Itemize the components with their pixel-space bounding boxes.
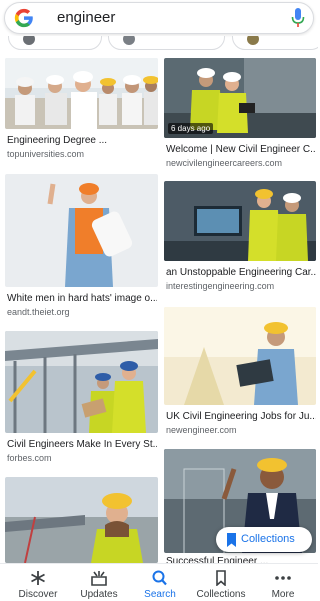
result-source: topuniversities.com (7, 149, 85, 159)
nav-search[interactable]: Search (129, 564, 191, 601)
result-source: interestingengineering.com (166, 281, 275, 291)
suggestion-chips (0, 36, 318, 50)
nav-collections[interactable]: Collections (190, 564, 252, 601)
result-title[interactable]: White men in hard hats' image o... (7, 293, 157, 304)
suggestion-chip[interactable] (8, 36, 102, 50)
result-thumbnail[interactable] (5, 58, 158, 129)
collections-button-label: Collections (241, 533, 295, 545)
result-source: forbes.com (7, 453, 52, 463)
result-thumbnail[interactable]: 6 days ago (164, 58, 316, 138)
more-dots-icon (275, 576, 291, 580)
result-title[interactable]: Engineering Degree ... (7, 135, 157, 146)
image-result[interactable]: UK Civil Engineering Jobs for Ju... newe… (164, 307, 316, 442)
search-query[interactable]: engineer (57, 9, 115, 26)
nav-label: Updates (80, 589, 118, 600)
bottom-navigation: Discover Updates Search Collections More (0, 563, 318, 601)
result-title[interactable]: Civil Engineers Make In Every St... (7, 439, 157, 450)
suggestion-chip[interactable] (232, 36, 318, 50)
result-thumbnail[interactable] (5, 477, 158, 563)
bookmark-icon (216, 570, 226, 586)
nav-more[interactable]: More (252, 564, 314, 601)
suggestion-chip[interactable] (108, 36, 225, 50)
result-title[interactable]: Welcome | New Civil Engineer C... (166, 144, 316, 155)
result-source: newengineer.com (166, 425, 237, 435)
bookmark-icon (227, 533, 236, 547)
result-source: eandt.theiet.org (7, 307, 70, 317)
chip-thumbnail (247, 36, 259, 45)
result-thumbnail[interactable] (5, 331, 158, 433)
nav-discover[interactable]: Discover (7, 564, 69, 601)
chip-thumbnail (23, 36, 35, 45)
microphone-icon[interactable] (291, 8, 305, 28)
result-thumbnail[interactable] (5, 174, 158, 287)
image-result[interactable] (5, 477, 158, 563)
nav-updates[interactable]: Updates (68, 564, 130, 601)
image-result[interactable]: an Unstoppable Engineering Car... intere… (164, 181, 316, 296)
image-result[interactable]: White men in hard hats' image o... eandt… (5, 174, 158, 319)
asterisk-icon (31, 571, 45, 585)
time-badge: 6 days ago (168, 123, 214, 134)
image-result[interactable]: Civil Engineers Make In Every St... forb… (5, 331, 158, 471)
result-title[interactable]: an Unstoppable Engineering Car... (166, 267, 316, 278)
google-logo-icon (14, 8, 33, 28)
search-bar[interactable]: engineer (4, 2, 314, 34)
image-result[interactable]: Engineering Degree ... topuniversities.c… (5, 58, 158, 168)
result-thumbnail[interactable] (164, 307, 316, 405)
updates-icon (91, 571, 107, 586)
nav-label: Collections (196, 589, 246, 600)
result-thumbnail[interactable] (164, 181, 316, 261)
chip-thumbnail (123, 36, 135, 45)
collections-button[interactable]: Collections (216, 527, 312, 552)
result-source: newcivilengineercareers.com (166, 158, 283, 168)
image-result[interactable]: 6 days ago Welcome | New Civil Engineer … (164, 58, 316, 168)
search-icon (152, 570, 167, 586)
result-title[interactable]: UK Civil Engineering Jobs for Ju... (166, 411, 316, 422)
nav-label: Discover (18, 589, 58, 600)
nav-label: Search (144, 589, 176, 600)
nav-label: More (271, 589, 295, 600)
